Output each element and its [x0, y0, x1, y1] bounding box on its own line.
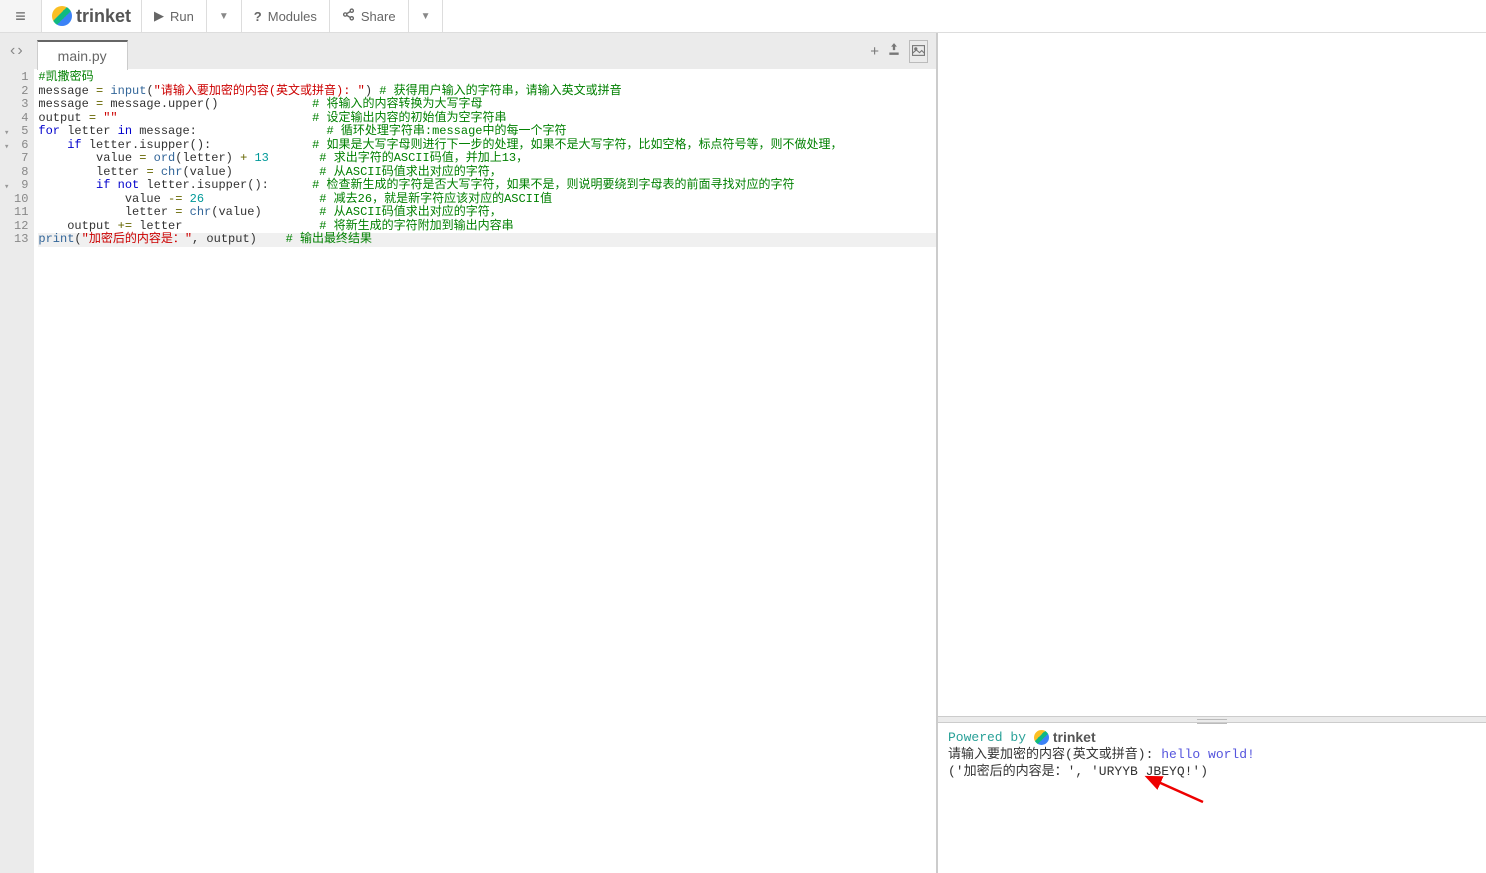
line-number: 5▾: [14, 125, 28, 139]
brand-text: trinket: [76, 6, 131, 27]
fold-marker-icon[interactable]: ▾: [4, 181, 9, 195]
prompt-text: 请输入要加密的内容(英文或拼音):: [948, 747, 1161, 762]
code-editor[interactable]: 12345▾6▾789▾10111213 #凯撒密码message = inpu…: [0, 69, 936, 873]
code-line[interactable]: if letter.isupper(): # 如果是大写字母则进行下一步的处理，…: [38, 139, 936, 153]
code-content[interactable]: #凯撒密码message = input("请输入要加密的内容(英文或拼音): …: [34, 69, 936, 873]
line-number: 8: [14, 166, 28, 180]
plus-icon: +: [870, 43, 879, 60]
share-dropdown[interactable]: ▼: [409, 0, 444, 32]
run-label: Run: [170, 9, 194, 24]
modules-label: Modules: [268, 9, 317, 24]
line-number: 4: [14, 112, 28, 126]
code-line[interactable]: letter = chr(value) # 从ASCII码值求出对应的字符，: [38, 206, 936, 220]
powered-text: Powered by: [948, 730, 1034, 745]
tab-label: main.py: [58, 48, 107, 64]
toolbar: ≡ trinket ▶ Run ▼ ? Modules Share ▼: [0, 0, 1486, 33]
upload-button[interactable]: [887, 42, 901, 60]
upload-icon: [887, 42, 901, 56]
share-button[interactable]: Share: [330, 0, 409, 32]
line-number: 13: [14, 233, 28, 247]
output-canvas: [938, 33, 1486, 716]
line-number: 3: [14, 98, 28, 112]
console-prompt-line: 请输入要加密的内容(英文或拼音): hello world!: [948, 746, 1476, 763]
nav-arrows[interactable]: ‹ ›: [4, 33, 29, 69]
fold-marker-icon[interactable]: ▾: [4, 141, 9, 155]
console-resize-handle[interactable]: [938, 716, 1486, 723]
line-number: 7: [14, 152, 28, 166]
line-number: 12: [14, 220, 28, 234]
image-icon: [912, 45, 925, 56]
console-result-line: ('加密后的内容是：', 'URYYB JBEYQ!'): [948, 763, 1476, 780]
powered-by-line: Powered by trinket: [948, 729, 1476, 746]
main-area: ‹ › main.py + 12345▾6▾789▾10111213 #凯撒密码…: [0, 33, 1486, 873]
add-file-button[interactable]: +: [870, 43, 879, 60]
modules-button[interactable]: ? Modules: [242, 0, 330, 32]
image-button[interactable]: [909, 40, 928, 63]
line-gutter: 12345▾6▾789▾10111213: [0, 69, 34, 873]
code-line[interactable]: for letter in message: # 循环处理字符串:message…: [38, 125, 936, 139]
line-number: 9▾: [14, 179, 28, 193]
fold-marker-icon[interactable]: ▾: [4, 127, 9, 141]
editor-panel: ‹ › main.py + 12345▾6▾789▾10111213 #凯撒密码…: [0, 33, 938, 873]
question-icon: ?: [254, 9, 262, 24]
caret-down-icon: ▼: [421, 11, 431, 22]
console-logo: trinket: [1034, 729, 1096, 746]
share-icon: [342, 8, 355, 24]
line-number: 6▾: [14, 139, 28, 153]
code-line[interactable]: message = message.upper() # 将输入的内容转换为大写字…: [38, 98, 936, 112]
caret-down-icon: ▼: [219, 11, 229, 22]
code-line[interactable]: output += letter # 将新生成的字符附加到输出内容串: [38, 220, 936, 234]
code-line[interactable]: value = ord(letter) + 13 # 求出字符的ASCII码值，…: [38, 152, 936, 166]
hamburger-icon: ≡: [15, 6, 26, 27]
run-dropdown[interactable]: ▼: [207, 0, 242, 32]
chevron-right-icon: ›: [17, 42, 22, 60]
menu-button[interactable]: ≡: [0, 0, 42, 32]
code-line[interactable]: print("加密后的内容是：", output) # 输出最终结果: [38, 233, 936, 247]
line-number: 10: [14, 193, 28, 207]
code-line[interactable]: if not letter.isupper(): # 检查新生成的字符是否大写字…: [38, 179, 936, 193]
line-number: 1: [14, 71, 28, 85]
tab-bar: ‹ › main.py +: [0, 33, 936, 69]
tab-actions: +: [862, 33, 936, 69]
logo-icon: [52, 6, 72, 26]
user-input-text: hello world!: [1161, 747, 1255, 762]
console-brand: trinket: [1053, 729, 1096, 746]
run-button[interactable]: ▶ Run: [142, 0, 207, 32]
play-icon: ▶: [154, 8, 164, 24]
annotation-arrow: [1148, 777, 1208, 807]
output-panel: Powered by trinket 请输入要加密的内容(英文或拼音): hel…: [938, 33, 1486, 873]
code-line[interactable]: output = "" # 设定输出内容的初始值为空字符串: [38, 112, 936, 126]
code-line[interactable]: #凯撒密码: [38, 71, 936, 85]
chevron-left-icon: ‹: [10, 42, 15, 60]
code-line[interactable]: letter = chr(value) # 从ASCII码值求出对应的字符，: [38, 166, 936, 180]
logo-icon: [1034, 730, 1049, 745]
share-label: Share: [361, 9, 396, 24]
brand-logo[interactable]: trinket: [42, 0, 142, 32]
file-tab[interactable]: main.py: [37, 40, 128, 70]
code-line[interactable]: value -= 26 # 减去26，就是新字符应该对应的ASCII值: [38, 193, 936, 207]
code-line[interactable]: message = input("请输入要加密的内容(英文或拼音): ") # …: [38, 85, 936, 99]
line-number: 2: [14, 85, 28, 99]
console-output[interactable]: Powered by trinket 请输入要加密的内容(英文或拼音): hel…: [938, 723, 1486, 873]
line-number: 11: [14, 206, 28, 220]
